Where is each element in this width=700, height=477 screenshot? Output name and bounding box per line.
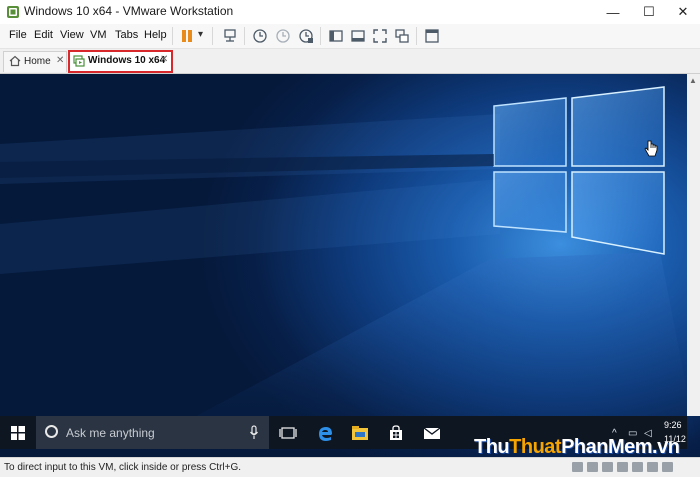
display-status-icon[interactable]: [662, 462, 673, 472]
menu-file[interactable]: File: [9, 29, 27, 41]
snapshot-manager-icon: [299, 29, 313, 43]
toolbar-separator: [244, 27, 245, 45]
snapshot-icon: [253, 29, 267, 43]
toolbar-separator: [172, 27, 173, 45]
snapshot-revert-icon: [276, 29, 290, 43]
show-library-button[interactable]: [326, 26, 346, 46]
maximize-icon: ☐: [643, 4, 655, 19]
full-screen-button[interactable]: [370, 26, 390, 46]
pause-button[interactable]: [177, 26, 197, 46]
clock-time[interactable]: 9:26: [664, 420, 682, 430]
tab-vm-close-icon[interactable]: ✕: [160, 54, 168, 65]
hand-cursor-icon: [644, 140, 658, 157]
watermark-logo: ThuThuatPhanMem.vn: [474, 436, 680, 458]
toolbar-separator: [212, 27, 213, 45]
unity-button[interactable]: [392, 26, 412, 46]
library-icon: [329, 30, 343, 42]
start-button[interactable]: [0, 416, 36, 449]
pause-icon: [182, 30, 192, 42]
full-screen-icon: [373, 29, 387, 43]
search-placeholder: Ask me anything: [66, 426, 155, 440]
revert-snapshot-button[interactable]: [273, 26, 293, 46]
hard-disk-status-icon[interactable]: [572, 462, 583, 472]
menu-help[interactable]: Help: [144, 29, 167, 41]
edge-browser-icon[interactable]: [315, 424, 335, 442]
menu-view[interactable]: View: [60, 29, 84, 41]
tab-home[interactable]: Home ✕: [3, 51, 67, 72]
network-adapter-status-icon[interactable]: [617, 462, 628, 472]
tab-windows-10-x64[interactable]: Windows 10 x64 ✕: [68, 50, 173, 73]
menu-edit[interactable]: Edit: [34, 29, 53, 41]
network-computer-icon: [224, 29, 236, 42]
store-icon[interactable]: [386, 424, 406, 442]
vmware-app-icon: [7, 6, 19, 18]
console-view-button[interactable]: [422, 26, 442, 46]
toolbar-separator: [416, 27, 417, 45]
floppy-status-icon[interactable]: [602, 462, 613, 472]
cortana-search-box[interactable]: Ask me anything: [36, 416, 269, 449]
cd-drive-status-icon[interactable]: [587, 462, 598, 472]
status-text: To direct input to this VM, click inside…: [4, 462, 242, 473]
minimize-button[interactable]: —: [596, 0, 630, 24]
console-view-icon: [425, 29, 439, 43]
tab-home-label: Home: [24, 56, 51, 67]
usb-status-icon[interactable]: [632, 462, 643, 472]
microphone-icon[interactable]: [249, 425, 259, 440]
tab-vm-label: Windows 10 x64: [88, 55, 166, 66]
toolbar-separator: [320, 27, 321, 45]
maximize-button[interactable]: ☐: [632, 0, 666, 24]
unity-icon: [395, 29, 409, 43]
send-ctrl-alt-del-button[interactable]: [220, 26, 240, 46]
menu-toolbar: File Edit View VM Tabs Help ▾: [0, 24, 700, 49]
scroll-up-icon[interactable]: ▲: [689, 76, 697, 85]
snapshot-manager-button[interactable]: [296, 26, 316, 46]
minimize-icon: —: [606, 4, 620, 20]
close-button[interactable]: ✕: [666, 0, 700, 24]
home-icon: [9, 55, 21, 67]
status-bar: To direct input to this VM, click inside…: [0, 457, 700, 477]
menu-vm[interactable]: VM: [90, 29, 107, 41]
vm-scrollbar[interactable]: ▲: [687, 74, 700, 416]
title-bar: Windows 10 x64 - VMware Workstation — ☐ …: [0, 0, 700, 25]
windows-logo-icon: [11, 425, 25, 440]
window-title: Windows 10 x64 - VMware Workstation: [24, 4, 234, 18]
mail-icon[interactable]: [422, 424, 442, 442]
task-view-icon[interactable]: [278, 424, 298, 442]
vm-display[interactable]: [0, 74, 700, 457]
cortana-icon: [45, 425, 58, 438]
pause-dropdown-icon[interactable]: ▾: [198, 29, 203, 40]
sound-card-status-icon[interactable]: [647, 462, 658, 472]
file-explorer-icon[interactable]: [350, 424, 370, 442]
thumbnail-icon: [351, 30, 365, 42]
close-icon: ✕: [677, 4, 689, 19]
menu-tabs[interactable]: Tabs: [115, 29, 138, 41]
windows-10-wallpaper: [0, 86, 700, 457]
vm-tab-icon: [73, 55, 85, 67]
tab-strip: Home ✕ Windows 10 x64 ✕: [0, 49, 700, 74]
tab-home-close-icon[interactable]: ✕: [56, 55, 64, 66]
take-snapshot-button[interactable]: [250, 26, 270, 46]
thumbnail-bar-button[interactable]: [348, 26, 368, 46]
